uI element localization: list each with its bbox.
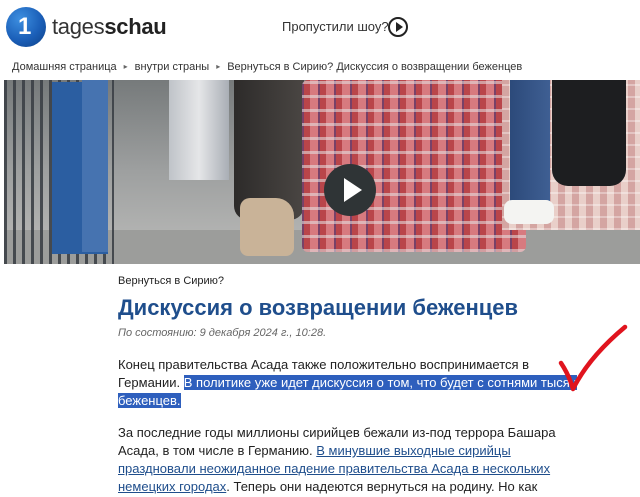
article-paragraph-1: Конец правительства Асада также положите… [118, 356, 578, 410]
brand-wordmark[interactable]: tagesschau [52, 14, 167, 40]
missed-show-link[interactable]: Пропустили шоу? [282, 19, 389, 34]
hero-bag-left [169, 80, 229, 180]
breadcrumb-home[interactable]: Домашняя страница [12, 61, 117, 73]
video-play-icon[interactable] [324, 164, 376, 216]
red-checkmark [558, 324, 628, 392]
date-prefix: По состоянию [118, 327, 194, 339]
breadcrumb: Домашняя страница ▸ внутри страны ▸ Вернутьс… [12, 61, 522, 73]
brand-prefix: tages [52, 14, 105, 39]
tagesschau-logo[interactable]: 1 [6, 7, 46, 47]
breadcrumb-current[interactable]: Вернуться в Сирию? Дискуссия о возвращен… [227, 61, 522, 73]
paragraph-2-end: . Теперь они надеются вернуться на родин… [226, 479, 538, 494]
article-paragraph-2: За последние годы миллионы сирийцев бежа… [118, 424, 578, 496]
article-headline: Дискуссия о возвращении беженцев [118, 295, 519, 320]
hero-person-right [510, 80, 550, 208]
article-topline: Вернуться в Сирию? [118, 275, 225, 287]
hero-sneaker [504, 200, 554, 224]
site-header: 1 tagesschau Пропустили шоу? [0, 0, 640, 56]
article-header: Вернуться в Сирию? Дискуссия о возвращен… [118, 270, 588, 339]
hero-sign-panel [82, 80, 108, 252]
play-icon[interactable] [388, 17, 408, 37]
chevron-right-icon: ▸ [216, 62, 221, 71]
brand-bold: schau [104, 14, 167, 39]
hero-backpack [552, 80, 626, 186]
chevron-right-icon: ▸ [123, 62, 128, 71]
date-value: 9 декабря 2024 г., 10:28. [199, 327, 327, 339]
logo-mark: 1 [18, 13, 32, 40]
hero-checked-bag [302, 80, 526, 252]
hero-video[interactable] [4, 80, 640, 264]
breadcrumb-domestic[interactable]: внутри страны [135, 61, 210, 73]
hero-boot [240, 198, 294, 256]
article-date: По состоянию: 9 декабря 2024 г., 10:28. [118, 327, 327, 339]
selected-text[interactable]: В политике уже идет дискуссия о том, что… [118, 375, 577, 408]
